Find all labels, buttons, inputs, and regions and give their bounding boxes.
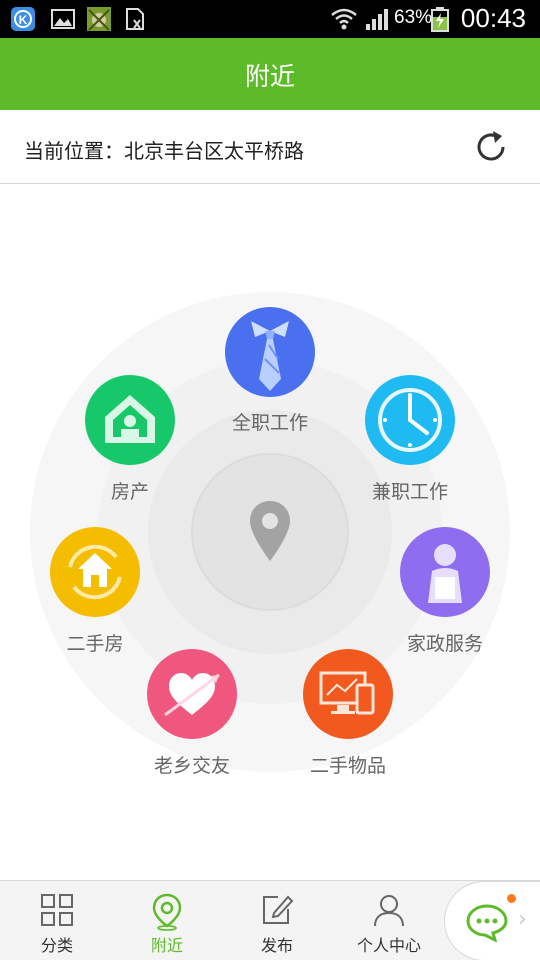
edit-icon xyxy=(263,895,294,924)
chevron-right-icon[interactable]: › xyxy=(518,907,527,932)
house-icon xyxy=(85,375,175,465)
category-label: 二手房 xyxy=(66,633,124,655)
sim-icon xyxy=(126,8,144,30)
category-label: 房产 xyxy=(110,481,149,503)
wifi-icon xyxy=(331,8,357,30)
current-location-text: 当前位置：北京丰台区太平桥路 xyxy=(24,139,304,163)
page-title: 附近 xyxy=(244,62,295,91)
category-parttime-job[interactable] xyxy=(365,375,455,465)
image-icon xyxy=(51,9,75,29)
signal-icon xyxy=(366,9,388,30)
nav-label: 分类 xyxy=(40,936,73,955)
k-app-icon: K xyxy=(11,7,35,31)
svg-text:K: K xyxy=(19,13,28,27)
notification-dot xyxy=(507,894,516,903)
location-pin-icon xyxy=(152,893,182,931)
category-fulltime-job[interactable] xyxy=(225,307,315,397)
app-screen: K 63% 00:43 附近 当前位置：北京丰台区太平桥路 全职工作 兼职工作 … xyxy=(0,0,540,960)
status-bar: K 63% 00:43 xyxy=(0,0,540,38)
clock-time: 00:43 xyxy=(460,3,526,33)
chat-bubble-icon xyxy=(466,904,508,942)
heart-arrow-icon xyxy=(147,649,237,739)
nav-label: 发布 xyxy=(260,936,293,955)
nav-item-nearby[interactable]: 附近 xyxy=(112,881,222,960)
grid-icon xyxy=(41,894,73,926)
nav-label: 个人中心 xyxy=(356,936,421,955)
category-secondhand-goods[interactable] xyxy=(303,649,393,739)
game-icon xyxy=(87,7,111,31)
category-label: 全职工作 xyxy=(231,412,308,434)
category-label: 二手物品 xyxy=(309,755,386,777)
category-housekeeping[interactable] xyxy=(400,527,490,617)
category-real-estate[interactable] xyxy=(85,375,175,465)
category-secondhand-house[interactable] xyxy=(50,527,140,617)
location-bar: 当前位置：北京丰台区太平桥路 xyxy=(0,110,540,184)
necktie-icon xyxy=(225,307,315,397)
battery-percent: 63% xyxy=(394,7,433,28)
battery-icon xyxy=(431,7,449,32)
center-location-button[interactable] xyxy=(191,453,349,611)
category-hometown-friends[interactable] xyxy=(147,649,237,739)
nav-label: 附近 xyxy=(150,936,183,955)
nav-item-publish[interactable]: 发布 xyxy=(222,881,332,960)
housekeeper-icon xyxy=(400,527,490,617)
category-label: 老乡交友 xyxy=(153,755,230,777)
nav-item-profile[interactable]: 个人中心 xyxy=(334,881,444,960)
person-icon xyxy=(374,895,404,927)
category-label: 家政服务 xyxy=(406,633,483,655)
nav-item-category[interactable]: 分类 xyxy=(2,881,112,960)
house-cycle-icon xyxy=(50,527,140,617)
location-pin-icon xyxy=(250,501,290,561)
title-bar: 附近 xyxy=(0,38,540,110)
clock-icon xyxy=(365,375,455,465)
computer-phone-icon xyxy=(303,649,393,739)
category-label: 兼职工作 xyxy=(371,481,448,503)
refresh-icon[interactable] xyxy=(472,128,510,166)
